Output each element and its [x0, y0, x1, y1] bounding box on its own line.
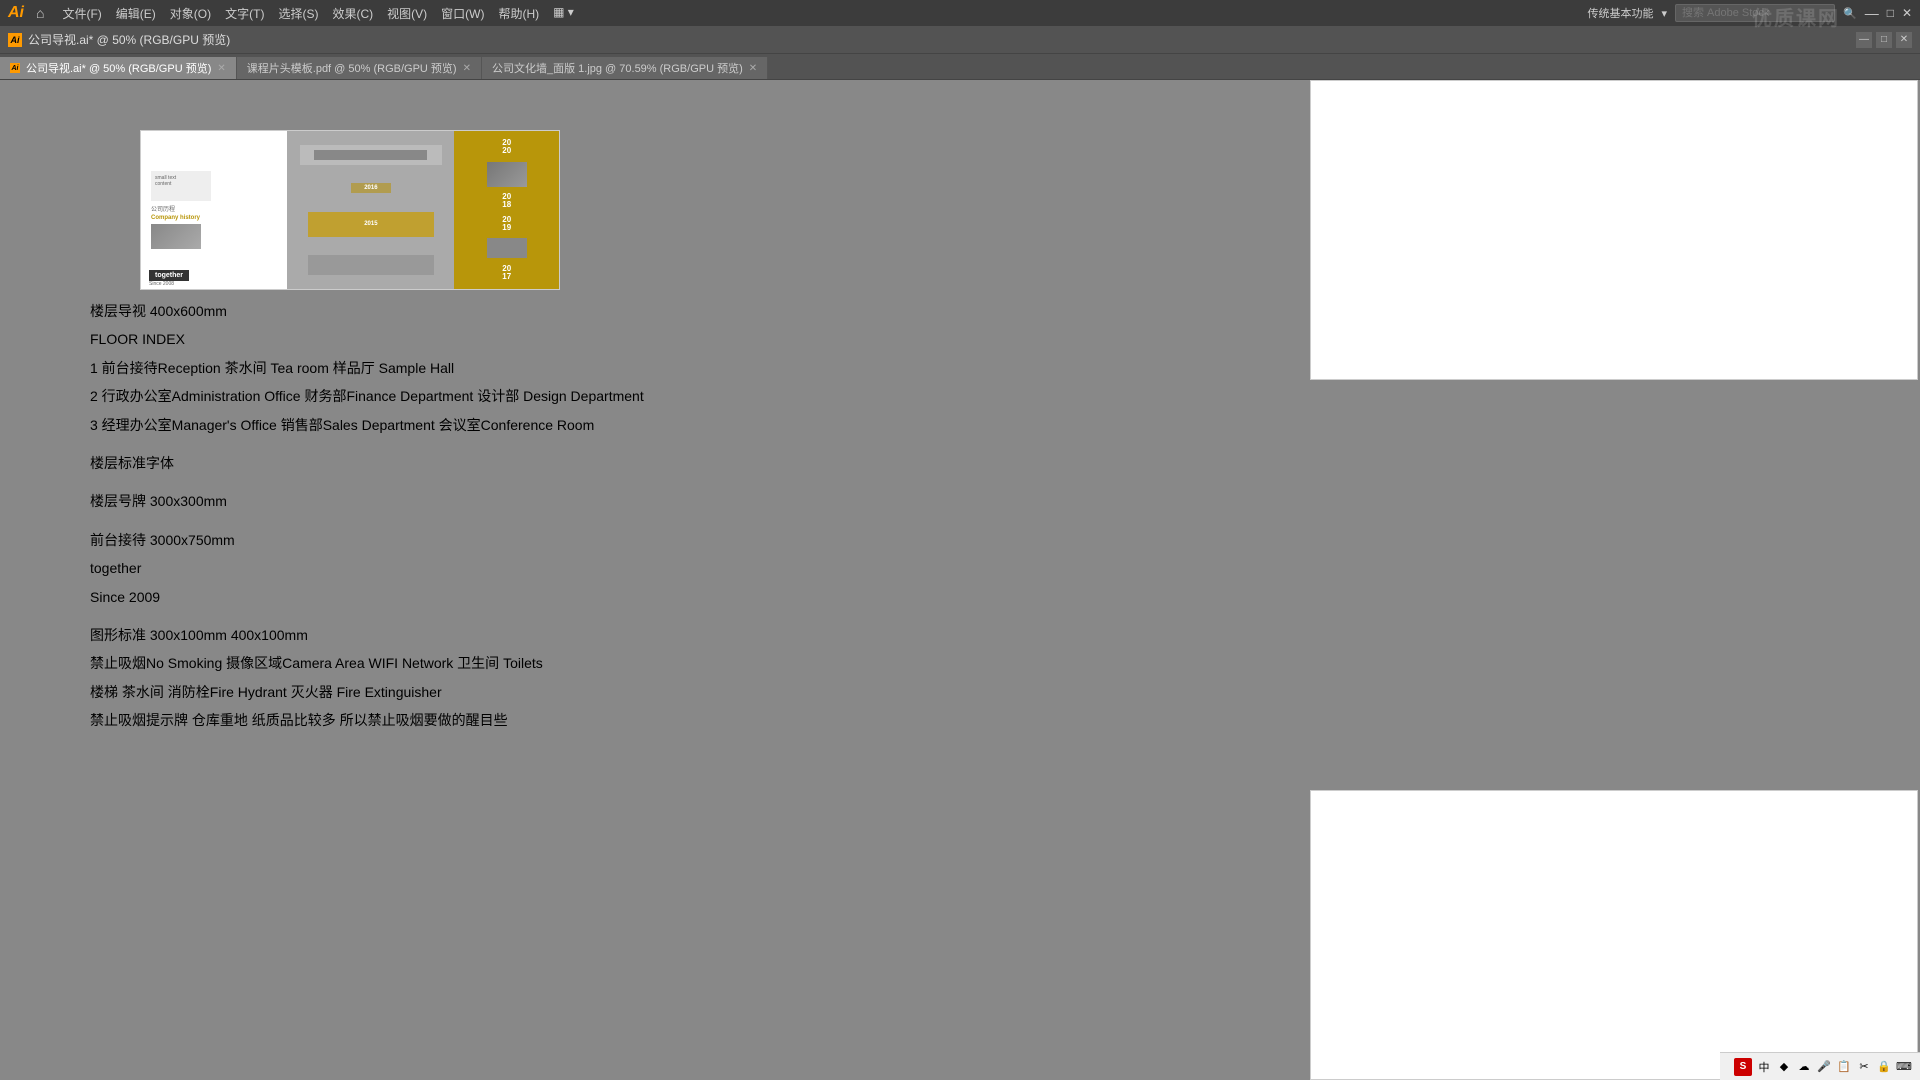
system-tray: S 中 ◆ ☁ 🎤 📋 ✂ 🔒 ⌨: [1720, 1052, 1920, 1080]
tab-1-label: 课程片头模板.pdf @ 50% (RGB/GPU 预览): [247, 60, 457, 76]
menu-select[interactable]: 选择(S): [272, 3, 324, 24]
since-label: Since 2008: [149, 281, 174, 287]
tab-1-close[interactable]: ✕: [463, 63, 471, 74]
year-2017: 2017: [502, 265, 511, 281]
tab-1[interactable]: 课程片头模板.pdf @ 50% (RGB/GPU 预览) ✕: [237, 57, 482, 79]
preview-center-section: 2016 2015: [287, 131, 454, 289]
preview-left-section: small text content 公司历程 Company history …: [141, 131, 287, 289]
menu-file[interactable]: 文件(F): [56, 3, 107, 24]
window-maximize[interactable]: □: [1887, 6, 1894, 20]
title-bar: Ai 公司导视.ai* @ 50% (RGB/GPU 预览) — □ ✕: [0, 26, 1920, 54]
tray-chinese-input[interactable]: 中: [1756, 1059, 1772, 1075]
signs-line1: 禁止吸烟No Smoking 摄像区域Camera Area WIFI Netw…: [90, 652, 1245, 674]
menu-layout-icon[interactable]: ▦ ▾: [547, 3, 580, 24]
since-text: Since 2009: [90, 586, 1245, 608]
title-close[interactable]: ✕: [1896, 32, 1912, 48]
timeline-2016: 2016: [351, 183, 391, 193]
search-box[interactable]: [1675, 4, 1835, 22]
title-minimize[interactable]: —: [1856, 32, 1872, 48]
tab-0-close[interactable]: ✕: [217, 63, 225, 74]
tray-mic-icon[interactable]: 🎤: [1816, 1059, 1832, 1075]
tray-icon-1[interactable]: ◆: [1776, 1059, 1792, 1075]
text-content: 楼层导视 400x600mm FLOOR INDEX 1 前台接待Recepti…: [90, 300, 1245, 737]
year-2019: 2019: [502, 216, 511, 232]
floor-font-title: 楼层标准字体: [90, 452, 1245, 474]
tray-lock-icon[interactable]: 🔒: [1876, 1059, 1892, 1075]
window-controls: — □ ✕: [1856, 32, 1912, 48]
tab-0-icon: Ai: [10, 63, 20, 73]
menu-effect[interactable]: 效果(C): [326, 3, 379, 24]
tray-scissors-icon[interactable]: ✂: [1856, 1059, 1872, 1075]
menu-right: 传统基本功能 ▾ 🔍 — □ ✕: [1587, 4, 1912, 22]
menu-items: 文件(F) 编辑(E) 对象(O) 文字(T) 选择(S) 效果(C) 视图(V…: [56, 3, 1583, 24]
tray-keyboard-icon[interactable]: ⌨: [1896, 1059, 1912, 1075]
tray-icon-2[interactable]: ☁: [1796, 1059, 1812, 1075]
tab-bar: Ai 公司导视.ai* @ 50% (RGB/GPU 预览) ✕ 课程片头模板.…: [0, 54, 1920, 80]
right-panel: [1305, 80, 1920, 1080]
search-button[interactable]: 🔍: [1843, 7, 1857, 20]
company-history-cn: 公司历程: [151, 204, 277, 213]
tab-2-label: 公司文化墙_面版 1.jpg @ 70.59% (RGB/GPU 预览): [492, 60, 743, 76]
tab-2-close[interactable]: ✕: [749, 63, 757, 74]
menu-text[interactable]: 文字(T): [219, 3, 270, 24]
title-text: Ai 公司导视.ai* @ 50% (RGB/GPU 预览): [8, 31, 230, 48]
floor-1-text: 1 前台接待Reception 茶水间 Tea room 样品厅 Sample …: [90, 357, 1245, 379]
signs-line3: 禁止吸烟提示牌 仓库重地 纸质品比较多 所以禁止吸烟要做的醒目些: [90, 709, 1245, 731]
floor-index-label: FLOOR INDEX: [90, 328, 1245, 350]
menu-help[interactable]: 帮助(H): [492, 3, 545, 24]
main-area: small text content 公司历程 Company history …: [0, 80, 1920, 1080]
window-minimize[interactable]: —: [1865, 5, 1879, 21]
signs-line2: 楼梯 茶水间 消防栓Fire Hydrant 灭火器 Fire Extingui…: [90, 681, 1245, 703]
title-ai-icon: Ai: [8, 33, 22, 47]
year-2020: 2020: [502, 139, 511, 155]
tab-2[interactable]: 公司文化墙_面版 1.jpg @ 70.59% (RGB/GPU 预览) ✕: [482, 57, 768, 79]
window-close[interactable]: ✕: [1902, 6, 1912, 20]
together-label: together: [149, 270, 189, 281]
ai-logo-icon: Ai: [8, 4, 24, 22]
year-2018: 2018: [502, 193, 511, 209]
basic-function-label: 传统基本功能: [1587, 5, 1653, 21]
tray-s-icon[interactable]: S: [1734, 1058, 1752, 1076]
tab-0-label: 公司导视.ai* @ 50% (RGB/GPU 预览): [26, 60, 211, 76]
document-title: 公司导视.ai* @ 50% (RGB/GPU 预览): [28, 31, 230, 48]
home-icon[interactable]: ⌂: [36, 5, 44, 21]
white-panel-bottom: [1310, 790, 1918, 1080]
title-maximize[interactable]: □: [1876, 32, 1892, 48]
search-input[interactable]: [1682, 7, 1828, 19]
menu-edit[interactable]: 编辑(E): [110, 3, 162, 24]
doc-preview: small text content 公司历程 Company history …: [140, 130, 560, 290]
menu-view[interactable]: 视图(V): [381, 3, 433, 24]
floor-2-text: 2 行政办公室Administration Office 财务部Finance …: [90, 385, 1245, 407]
graphic-standard-title: 图形标准 300x100mm 400x100mm: [90, 624, 1245, 646]
menu-object[interactable]: 对象(O): [164, 3, 217, 24]
reception-title: 前台接待 3000x750mm: [90, 529, 1245, 551]
tab-0[interactable]: Ai 公司导视.ai* @ 50% (RGB/GPU 预览) ✕: [0, 57, 237, 79]
menu-bar: Ai ⌂ 文件(F) 编辑(E) 对象(O) 文字(T) 选择(S) 效果(C)…: [0, 0, 1920, 26]
menu-window[interactable]: 窗口(W): [435, 3, 490, 24]
preview-inner: small text content 公司历程 Company history …: [141, 131, 559, 289]
floor-guide-title: 楼层导视 400x600mm: [90, 300, 1245, 322]
floor-3-text: 3 经理办公室Manager's Office 销售部Sales Departm…: [90, 414, 1245, 436]
floor-sign-title: 楼层号牌 300x300mm: [90, 490, 1245, 512]
together-text: together: [90, 557, 1245, 579]
tray-clipboard-icon[interactable]: 📋: [1836, 1059, 1852, 1075]
white-panel-top: [1310, 80, 1918, 380]
dropdown-icon[interactable]: ▾: [1661, 7, 1667, 20]
preview-right-section: 2020 2018 2019 2017: [454, 131, 559, 289]
company-history-en: Company history: [151, 215, 277, 221]
left-panel: small text content 公司历程 Company history …: [0, 80, 1305, 1080]
